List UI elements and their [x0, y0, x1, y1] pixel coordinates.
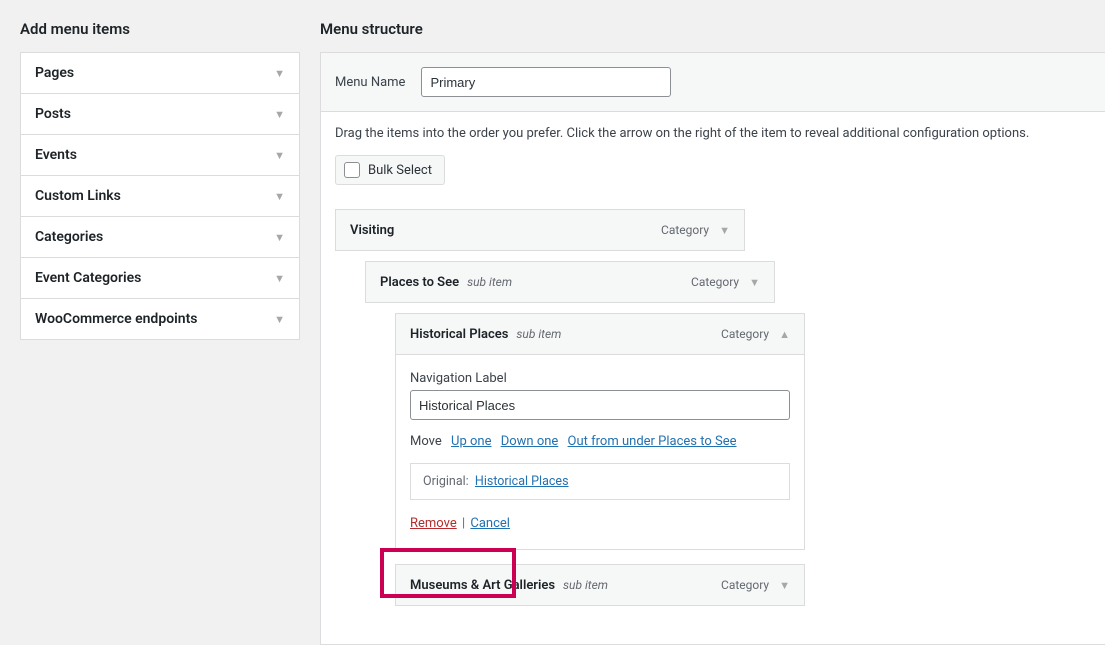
menu-item-title: Places to See	[380, 275, 459, 290]
sub-item-tag: sub item	[516, 327, 561, 341]
separator: |	[462, 516, 465, 531]
menu-item-type: Category	[721, 327, 769, 341]
accordion-posts[interactable]: Posts ▼	[21, 94, 299, 134]
accordion-label: Event Categories	[35, 270, 141, 286]
menu-item-title: Visiting	[350, 223, 394, 238]
chevron-down-icon: ▼	[274, 67, 285, 80]
menu-item-historical-places-expanded: Historical Places sub item Category ▲ Na…	[395, 313, 1091, 550]
menu-items-area: Visiting Category ▼ Places to See sub it…	[335, 209, 1091, 606]
accordion-event-categories[interactable]: Event Categories ▼	[21, 258, 299, 298]
add-menu-items-panel: Add menu items Pages ▼ Posts ▼ Events ▼ Cus…	[0, 0, 300, 596]
menu-body: Drag the items into the order you prefer…	[321, 112, 1105, 644]
original-link[interactable]: Historical Places	[475, 474, 569, 489]
nav-label-label: Navigation Label	[410, 371, 790, 386]
instructions-text: Drag the items into the order you prefer…	[335, 126, 1091, 141]
move-row: Move Up one Down one Out from under Plac…	[410, 434, 790, 449]
nav-label-input[interactable]	[410, 390, 790, 420]
add-items-heading: Add menu items	[20, 20, 300, 38]
menu-name-input[interactable]	[421, 67, 671, 97]
sub-item-tag: sub item	[467, 275, 512, 289]
move-out-link[interactable]: Out from under Places to See	[568, 434, 737, 449]
chevron-down-icon: ▼	[274, 190, 285, 203]
accordion-label: WooCommerce endpoints	[35, 311, 197, 327]
menu-item-type: Category	[691, 275, 739, 289]
accordion-label: Events	[35, 147, 77, 163]
accordion-label: Custom Links	[35, 188, 121, 204]
menu-item-settings: Navigation Label Move Up one Down one Ou…	[395, 355, 805, 550]
menu-structure-heading: Menu structure	[320, 20, 1105, 38]
chevron-down-icon: ▼	[274, 313, 285, 326]
menu-name-row: Menu Name	[321, 53, 1105, 112]
menu-item-title: Museums & Art Galleries	[410, 578, 555, 593]
accordion-categories[interactable]: Categories ▼	[21, 217, 299, 257]
chevron-down-icon: ▼	[274, 231, 285, 244]
checkbox-icon	[344, 162, 360, 178]
accordion-custom-links[interactable]: Custom Links ▼	[21, 176, 299, 216]
menu-item-visiting[interactable]: Visiting Category ▼	[335, 209, 745, 251]
accordion-label: Categories	[35, 229, 103, 245]
remove-link[interactable]: Remove	[410, 516, 457, 531]
accordion-label: Posts	[35, 106, 71, 122]
move-down-one-link[interactable]: Down one	[501, 434, 559, 449]
menu-item-type: Category	[721, 578, 769, 592]
move-label: Move	[410, 434, 442, 449]
bulk-select-button[interactable]: Bulk Select	[335, 155, 445, 185]
chevron-down-icon: ▼	[274, 272, 285, 285]
cancel-link[interactable]: Cancel	[470, 516, 510, 531]
sub-item-tag: sub item	[563, 578, 608, 592]
chevron-down-icon: ▼	[274, 149, 285, 162]
chevron-down-icon[interactable]: ▼	[749, 276, 760, 289]
chevron-down-icon[interactable]: ▼	[779, 579, 790, 592]
chevron-up-icon[interactable]: ▲	[779, 328, 790, 341]
move-up-one-link[interactable]: Up one	[451, 434, 491, 449]
menu-item-historical-places[interactable]: Historical Places sub item Category ▲	[395, 313, 805, 355]
accordion-pages[interactable]: Pages ▼	[21, 53, 299, 93]
chevron-down-icon: ▼	[274, 108, 285, 121]
remove-cancel-row: Remove | Cancel	[410, 514, 510, 533]
original-box: Original: Historical Places	[410, 463, 790, 500]
menu-item-title: Historical Places	[410, 327, 508, 342]
menu-item-type: Category	[661, 223, 709, 237]
accordion: Pages ▼ Posts ▼ Events ▼ Custom Links ▼ Cate…	[20, 52, 300, 340]
accordion-label: Pages	[35, 65, 74, 81]
menu-name-label: Menu Name	[335, 75, 405, 90]
menu-item-places-to-see[interactable]: Places to See sub item Category ▼	[365, 261, 775, 303]
bulk-select-label: Bulk Select	[368, 163, 432, 178]
menu-item-museums[interactable]: Museums & Art Galleries sub item Categor…	[395, 564, 805, 606]
chevron-down-icon[interactable]: ▼	[719, 224, 730, 237]
accordion-woocommerce-endpoints[interactable]: WooCommerce endpoints ▼	[21, 299, 299, 339]
original-label: Original:	[423, 474, 469, 489]
accordion-events[interactable]: Events ▼	[21, 135, 299, 175]
menu-structure-panel: Menu structure Menu Name Drag the items …	[300, 0, 1105, 596]
menu-structure-box: Menu Name Drag the items into the order …	[320, 52, 1105, 645]
